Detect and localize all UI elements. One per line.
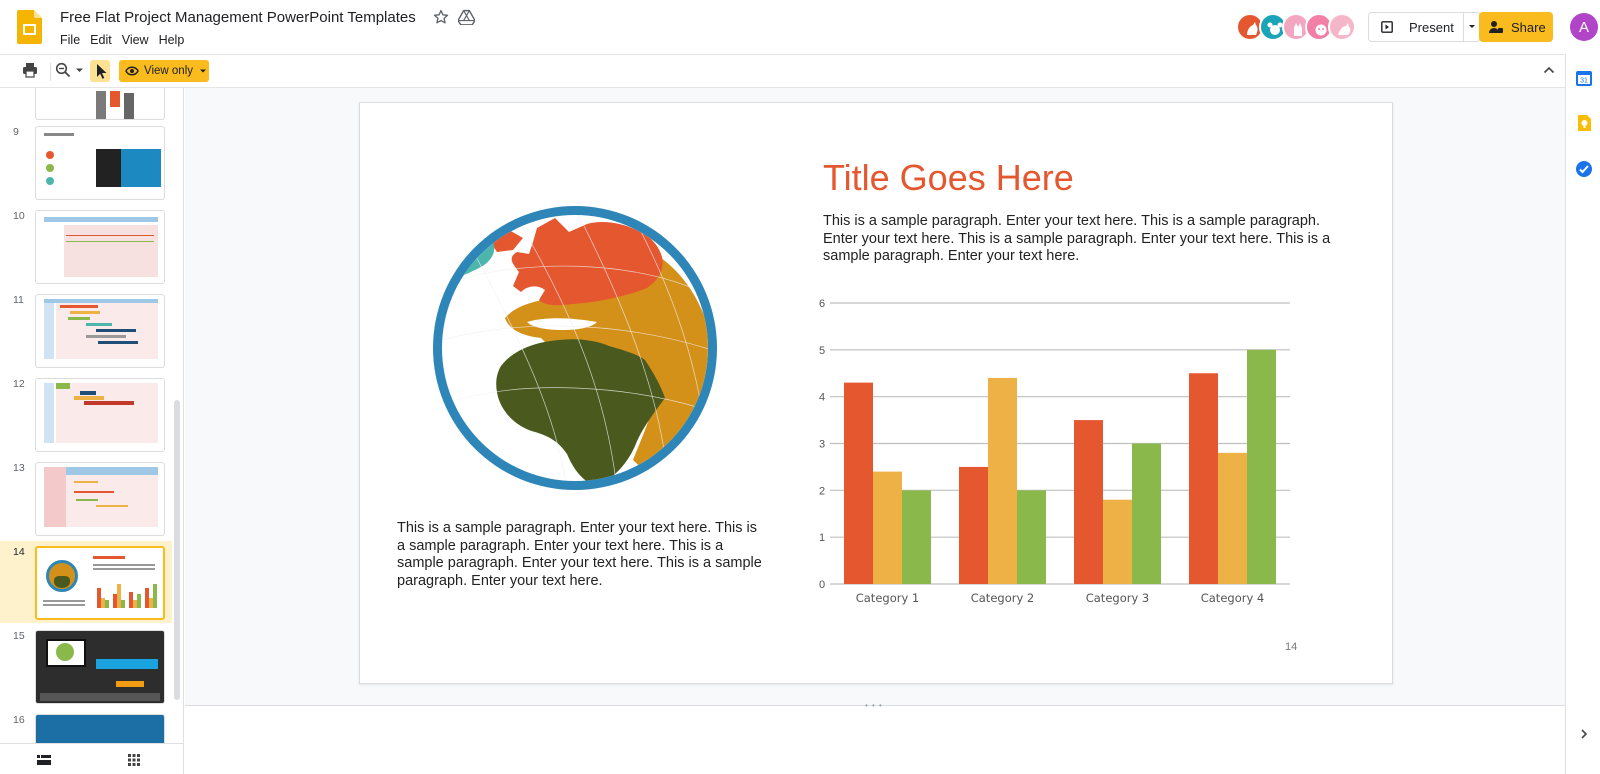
x-tick-label: Category 1 — [856, 591, 920, 605]
slide-number: 11 — [13, 294, 24, 306]
chevron-down-icon — [1469, 25, 1475, 28]
y-tick-label: 0 — [819, 579, 825, 591]
animal-icon — [1315, 24, 1327, 36]
slide-paragraph-left: This is a sample paragraph. Enter your t… — [397, 520, 762, 589]
y-tick-label: 5 — [819, 345, 825, 357]
menu-view[interactable]: View — [117, 32, 154, 48]
menu-file[interactable]: File — [55, 32, 85, 48]
chart-bar — [988, 377, 1017, 584]
bar-chart: 0 1 2 3 4 5 6 Category 1 Category 2 Category 3 Cat… — [819, 298, 1290, 605]
menu-help[interactable]: Help — [154, 32, 190, 48]
globe-illustration — [433, 206, 717, 490]
current-slide: Title Goes Here This is a sample paragra… — [359, 102, 1393, 684]
toolbar: View only — [0, 54, 1565, 88]
star-icon[interactable] — [432, 8, 450, 26]
chevron-down-icon — [200, 69, 207, 73]
y-tick-label: 4 — [819, 392, 825, 404]
calendar-icon[interactable]: 31 — [1575, 69, 1593, 87]
slides-logo-icon[interactable] — [17, 10, 42, 44]
app-header: Free Flat Project Management PowerPoint … — [0, 0, 1600, 54]
select-tool-button[interactable] — [90, 60, 110, 82]
zoom-icon[interactable] — [55, 62, 71, 78]
zoom-dropdown-icon[interactable] — [75, 66, 84, 75]
slide-page-number: 14 — [1285, 641, 1298, 653]
print-icon[interactable] — [22, 62, 38, 78]
chart-bar — [1074, 420, 1103, 584]
animal-icon — [1247, 22, 1258, 35]
y-tick-label: 1 — [819, 532, 825, 544]
side-panel: 31 — [1565, 54, 1600, 774]
y-tick-label: 2 — [819, 485, 825, 497]
collaborator-avatar[interactable] — [1328, 13, 1356, 41]
cursor-icon — [97, 64, 107, 79]
filmstrip-footer — [0, 743, 183, 774]
y-tick-label: 3 — [819, 439, 825, 451]
menu-bar: File Edit View Help — [55, 32, 189, 48]
chart-bar — [959, 466, 988, 584]
chart-bar — [1103, 499, 1132, 584]
slide-thumbnail[interactable] — [35, 126, 165, 200]
document-title[interactable]: Free Flat Project Management PowerPoint … — [60, 9, 416, 26]
slide-thumbnail[interactable] — [35, 88, 165, 120]
slide-thumbnail[interactable] — [35, 210, 165, 284]
grid-view-icon[interactable] — [128, 754, 140, 766]
chart-bar — [902, 490, 931, 584]
share-label: Share — [1511, 19, 1546, 35]
view-only-button[interactable]: View only — [119, 60, 209, 82]
collapse-toolbar-icon[interactable] — [1542, 63, 1556, 77]
x-tick-label: Category 2 — [971, 591, 1035, 605]
slide-thumbnail-active[interactable] — [35, 546, 165, 620]
drive-folder-icon[interactable] — [458, 9, 475, 25]
slide-thumbnail[interactable] — [35, 294, 165, 368]
svg-text:31: 31 — [1580, 78, 1588, 85]
slide-number: 14 — [13, 546, 25, 558]
toolbar-divider — [50, 63, 51, 81]
view-only-label: View only — [144, 65, 194, 77]
present-icon — [1381, 21, 1393, 33]
keep-icon[interactable] — [1575, 114, 1593, 132]
x-tick-label: Category 4 — [1201, 591, 1265, 605]
slide-number: 13 — [13, 462, 25, 474]
slide-title: Title Goes Here — [823, 157, 1074, 198]
x-tick-label: Category 3 — [1086, 591, 1150, 605]
share-button[interactable]: Share — [1479, 12, 1553, 42]
chart-bar — [873, 471, 902, 584]
slide-number: 10 — [13, 210, 25, 222]
slide-thumbnail[interactable] — [35, 378, 165, 452]
lock-person-icon — [1489, 21, 1503, 33]
chart-bar — [1189, 373, 1218, 584]
present-button[interactable]: Present — [1368, 12, 1464, 42]
y-tick-label: 6 — [819, 298, 825, 310]
animal-icon — [1338, 23, 1351, 35]
list-view-icon[interactable] — [37, 754, 51, 766]
slide-number: 15 — [13, 630, 25, 642]
tasks-icon[interactable] — [1575, 160, 1593, 178]
eye-icon — [125, 66, 139, 76]
slide-filmstrip: 9 10 11 12 13 14 15 16 — [0, 88, 184, 774]
slide-number: 12 — [13, 378, 25, 390]
account-avatar[interactable]: A — [1570, 13, 1598, 41]
chart-bar — [1247, 349, 1276, 584]
chart-bar — [1017, 490, 1046, 584]
slide-number: 16 — [13, 714, 25, 726]
chart-bar — [844, 382, 873, 584]
slide-number: 9 — [13, 126, 19, 138]
menu-edit[interactable]: Edit — [85, 32, 117, 48]
animal-icon — [1294, 23, 1302, 36]
chart-bar — [1132, 443, 1161, 584]
slide-paragraph-right: This is a sample paragraph. Enter your t… — [823, 213, 1331, 264]
speaker-notes[interactable]: • • • — [185, 701, 1565, 774]
animal-icon — [1267, 22, 1283, 35]
slide-thumbnail[interactable] — [35, 630, 165, 704]
present-label: Present — [1409, 19, 1454, 35]
slide-thumbnail[interactable] — [35, 462, 165, 536]
filmstrip-scrollbar[interactable] — [174, 400, 180, 700]
expand-panel-icon[interactable] — [1578, 728, 1590, 740]
editor-canvas: Title Goes Here This is a sample paragra… — [185, 88, 1565, 774]
notes-resize-handle[interactable]: • • • — [865, 701, 883, 710]
chart-bar — [1218, 452, 1247, 584]
